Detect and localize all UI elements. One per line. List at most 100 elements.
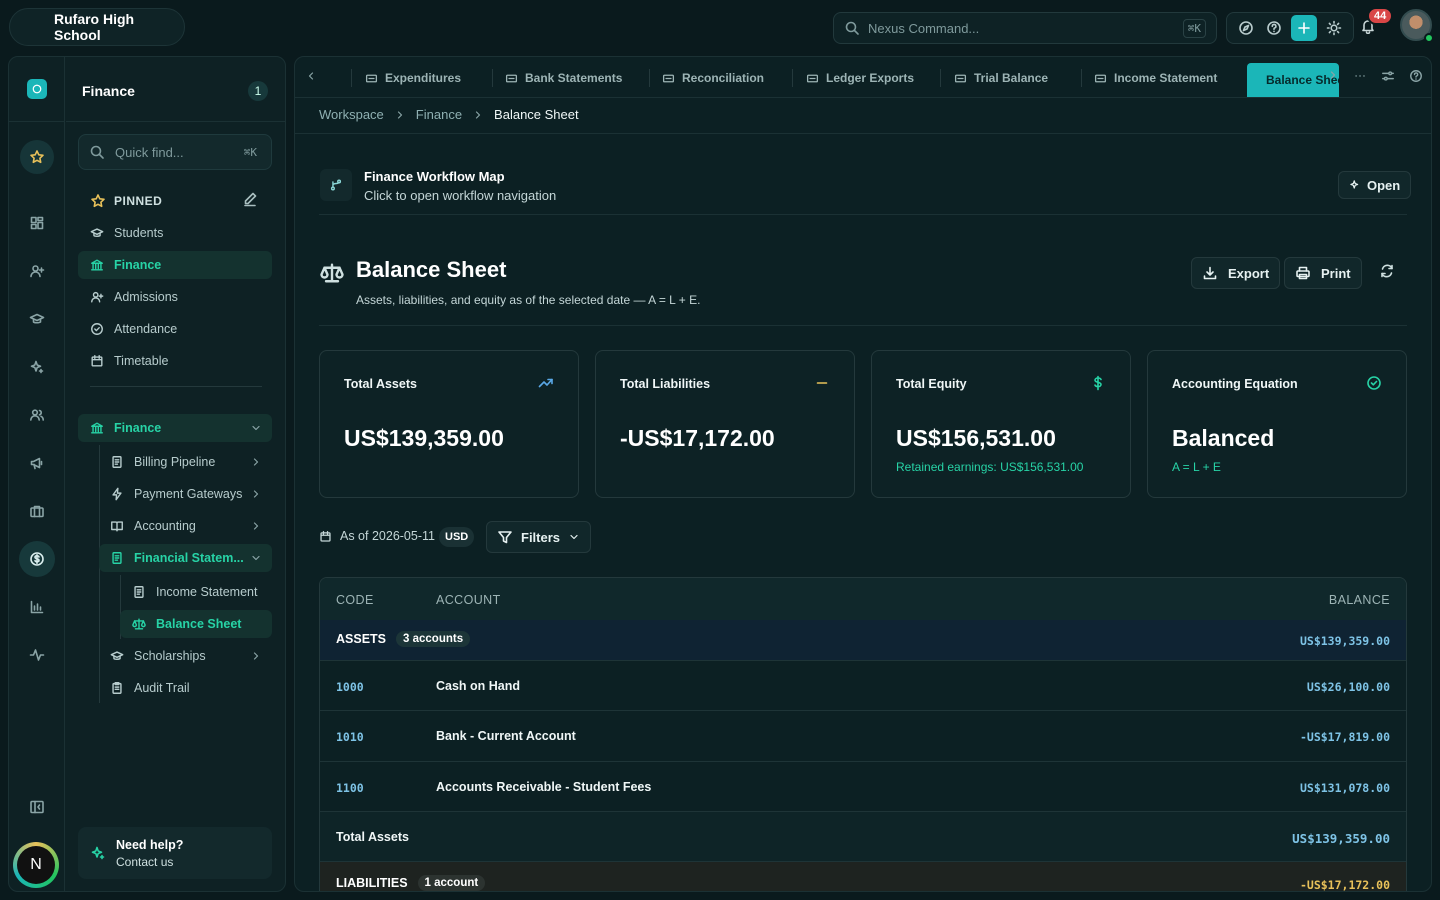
- pinned-item-attendance[interactable]: Attendance: [90, 315, 272, 343]
- more-icon[interactable]: [1353, 69, 1367, 83]
- pinned-item-timetable[interactable]: Timetable: [90, 347, 272, 375]
- calendar-icon: [320, 530, 331, 542]
- nav-label: Scholarships: [134, 649, 206, 663]
- table-row[interactable]: 1100 Accounts Receivable - Student Fees …: [320, 761, 1406, 811]
- nav-label: Attendance: [114, 322, 178, 336]
- help-contact-link[interactable]: Contact us: [116, 855, 183, 869]
- tree-item-financial-statements[interactable]: Financial Statem...: [99, 544, 272, 572]
- chevron-right-icon: [475, 110, 481, 119]
- compass-icon[interactable]: [1235, 17, 1257, 39]
- star-icon[interactable]: [20, 140, 54, 174]
- help-icon[interactable]: [1409, 69, 1423, 83]
- pinned-item-students[interactable]: Students: [90, 219, 272, 247]
- group-row-assets[interactable]: ASSETS 3 accounts US$139,359.00: [320, 620, 1406, 660]
- search-icon: [845, 21, 859, 35]
- tab-icon: [365, 74, 378, 82]
- breadcrumb-workspace[interactable]: Workspace: [319, 107, 384, 122]
- sliders-icon[interactable]: [1381, 69, 1395, 83]
- header-balance[interactable]: BALANCE: [1329, 593, 1390, 607]
- bank-icon: [91, 422, 103, 434]
- tree-item-billing-pipeline[interactable]: Billing Pipeline: [110, 448, 272, 476]
- star-icon: [91, 194, 105, 208]
- row-account: Cash on Hand: [436, 679, 521, 693]
- chevron-right-icon: [253, 652, 259, 660]
- filters-button[interactable]: Filters: [486, 521, 592, 553]
- sparkles-icon: [1350, 180, 1359, 189]
- tab-reconciliation[interactable]: Reconciliation: [662, 63, 764, 93]
- edit-pinned-icon[interactable]: [242, 191, 258, 207]
- bolt-icon: [112, 487, 122, 501]
- nav-label: Income Statement: [156, 585, 258, 599]
- tab-bank-statements[interactable]: Bank Statements: [505, 63, 622, 93]
- tree-item-income-statement[interactable]: Income Statement: [132, 578, 272, 606]
- briefcase-icon[interactable]: [27, 501, 47, 521]
- tab-trial-balance[interactable]: Trial Balance: [954, 63, 1048, 93]
- breadcrumb: Workspace Finance Balance Sheet: [319, 107, 579, 122]
- pinned-item-finance[interactable]: Finance: [78, 251, 272, 279]
- total-label: Total Assets: [336, 830, 409, 844]
- users-icon[interactable]: [27, 405, 47, 425]
- chevron-left-icon[interactable]: [305, 70, 317, 82]
- group-label: LIABILITIES: [336, 876, 408, 890]
- workflow-title[interactable]: Finance Workflow Map: [364, 169, 505, 184]
- sparkles-icon[interactable]: [27, 357, 47, 377]
- header-account[interactable]: ACCOUNT: [436, 593, 501, 607]
- tree-item-balance-sheet[interactable]: Balance Sheet: [120, 610, 272, 638]
- breadcrumb-finance[interactable]: Finance: [416, 107, 462, 122]
- help-icon[interactable]: [1263, 17, 1285, 39]
- page-title: Balance Sheet: [356, 257, 507, 282]
- bar-chart-icon[interactable]: [27, 597, 47, 617]
- group-row-liabilities[interactable]: LIABILITIES 1 account -US$17,172.00: [320, 861, 1406, 891]
- tab-income-statement[interactable]: Income Statement: [1094, 63, 1217, 93]
- notification-badge: 44: [1367, 7, 1394, 25]
- tab-expenditures[interactable]: Expenditures: [365, 63, 461, 93]
- user-plus-icon[interactable]: [27, 261, 47, 281]
- header-code[interactable]: CODE: [336, 593, 374, 607]
- card-label: Accounting Equation: [1172, 377, 1298, 391]
- tab-icon: [806, 74, 819, 82]
- as-of-date[interactable]: As of 2026-05-11: [319, 529, 435, 543]
- tab-balance-sheet[interactable]: Balance Sheet: [1247, 63, 1339, 97]
- activity-icon[interactable]: [27, 645, 47, 665]
- table-row[interactable]: 1000 Cash on Hand US$26,100.00: [320, 660, 1406, 710]
- tree-item-accounting[interactable]: Accounting: [110, 512, 272, 540]
- chevron-down-icon: [252, 555, 260, 561]
- plus-icon[interactable]: [1291, 15, 1317, 41]
- open-workflow-button[interactable]: Open: [1338, 171, 1412, 199]
- export-button[interactable]: Export: [1191, 257, 1281, 289]
- help-card[interactable]: Need help? Contact us: [78, 827, 272, 879]
- group-label: ASSETS: [336, 632, 387, 646]
- tab-icon: [662, 74, 675, 82]
- profile-initial: N: [17, 846, 55, 884]
- refresh-icon[interactable]: [1379, 263, 1395, 279]
- quick-find-placeholder: Quick find...: [115, 144, 184, 160]
- sun-icon[interactable]: [1323, 17, 1345, 39]
- dollar-circle-icon[interactable]: [19, 541, 55, 577]
- tree-root-finance[interactable]: Finance: [78, 414, 272, 442]
- megaphone-icon[interactable]: [27, 453, 47, 473]
- pinned-label: PINNED: [114, 194, 163, 208]
- open-label: Open: [1367, 177, 1401, 193]
- row-balance: US$26,100.00: [1306, 680, 1390, 694]
- scale-icon: [320, 261, 344, 285]
- school-switcher[interactable]: Rufaro High School: [9, 8, 185, 46]
- quick-find-input[interactable]: Quick find... ⌘K: [78, 134, 272, 170]
- profile-badge[interactable]: N: [13, 842, 59, 888]
- card-value: US$156,531.00: [896, 425, 1056, 451]
- table-row[interactable]: 1010 Bank - Current Account -US$17,819.0…: [320, 710, 1406, 761]
- print-button[interactable]: Print: [1284, 257, 1362, 289]
- tab-ledger-exports[interactable]: Ledger Exports: [806, 63, 914, 93]
- app-logo-icon[interactable]: [27, 79, 47, 99]
- tree-item-audit-trail[interactable]: Audit Trail: [110, 674, 272, 702]
- chevron-right-icon[interactable]: [1327, 69, 1339, 83]
- command-search[interactable]: Nexus Command... ⌘K: [833, 12, 1217, 44]
- graduation-cap-icon[interactable]: [27, 309, 47, 329]
- collapse-sidebar-icon[interactable]: [27, 797, 47, 817]
- pinned-item-admissions[interactable]: Admissions: [90, 283, 272, 311]
- chevron-right-icon: [397, 110, 402, 119]
- print-label: Print: [1321, 265, 1351, 281]
- tree-item-payment-gateways[interactable]: Payment Gateways: [110, 480, 272, 508]
- dashboard-icon[interactable]: [27, 213, 47, 233]
- tree-item-scholarships[interactable]: Scholarships: [110, 642, 272, 670]
- nav-label: Accounting: [134, 519, 196, 533]
